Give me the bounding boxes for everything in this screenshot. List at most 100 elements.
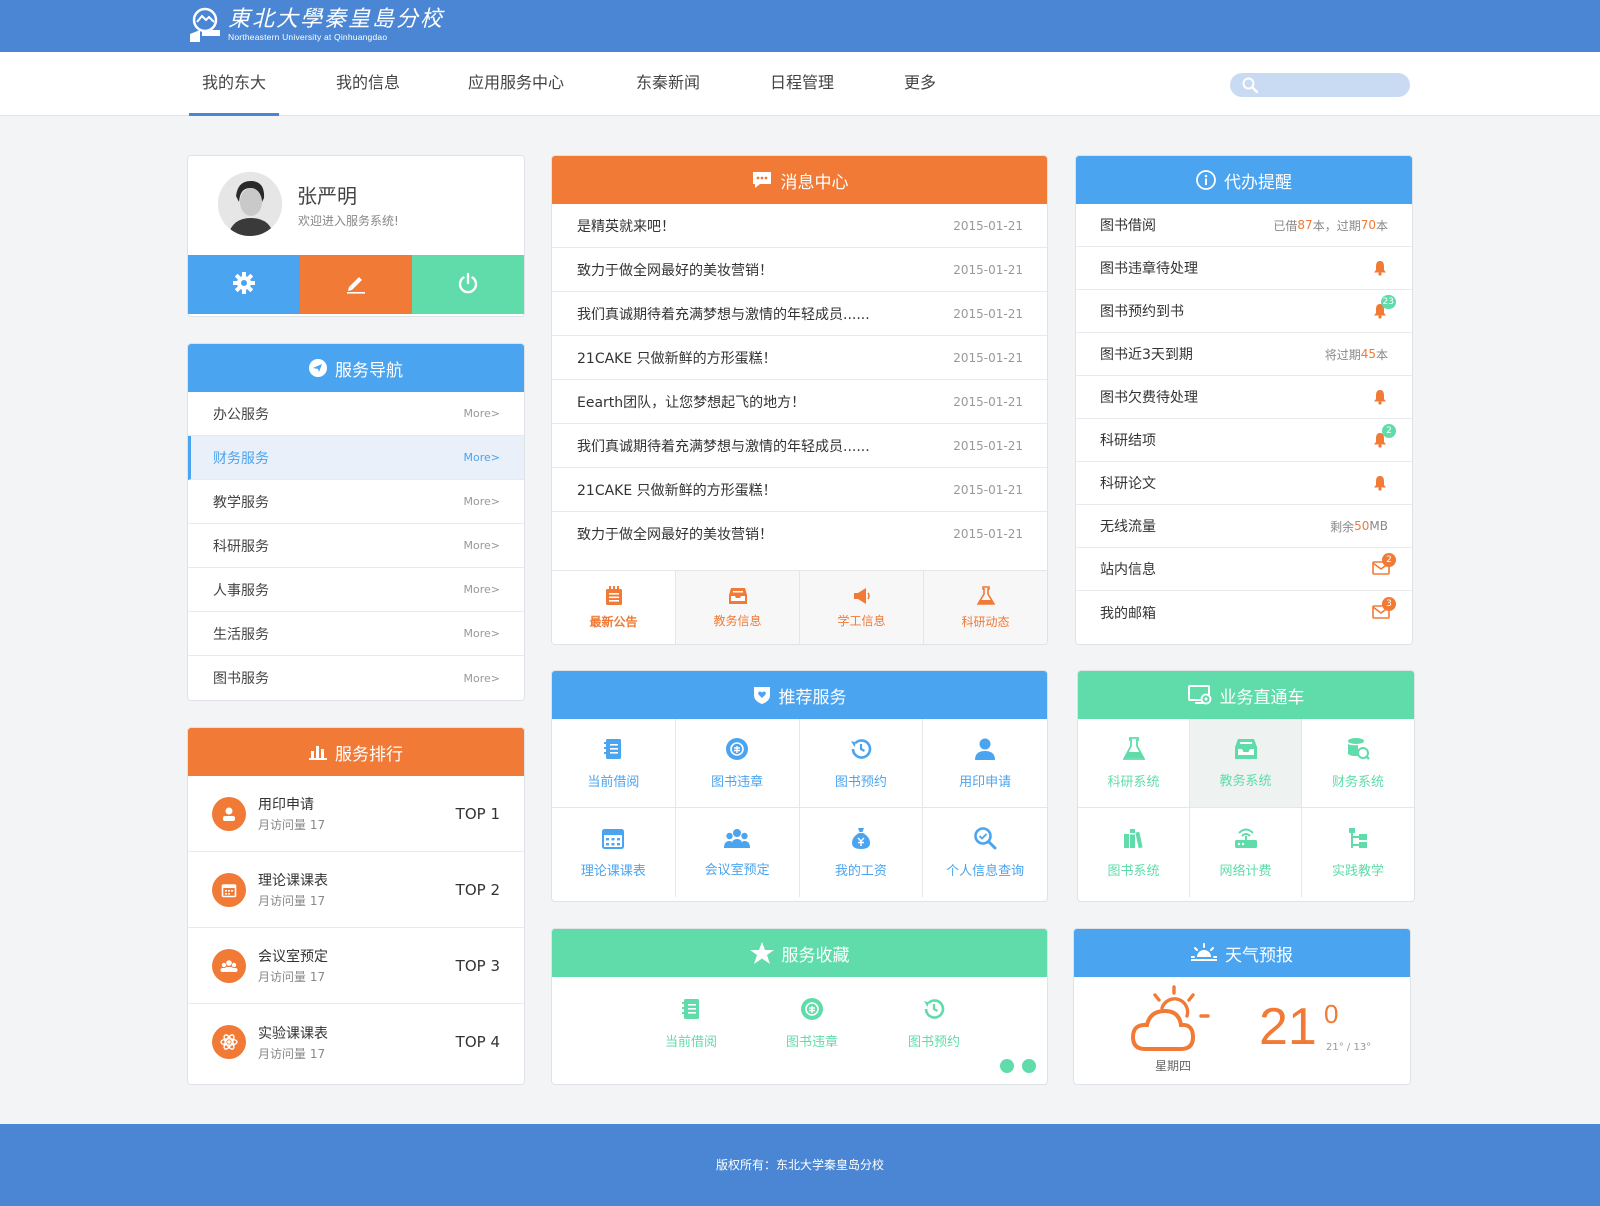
sunrise-icon bbox=[1191, 943, 1217, 963]
reminder-item[interactable]: 站内信息 2 bbox=[1076, 548, 1412, 591]
reminder-item[interactable]: 图书借阅 已借 87 本，过期 70 本 bbox=[1076, 204, 1412, 247]
search-icon[interactable] bbox=[1242, 77, 1259, 97]
reminder-item[interactable]: 科研结项 2 bbox=[1076, 419, 1412, 462]
bell-icon: 2 bbox=[1372, 424, 1396, 448]
reminder-item[interactable]: 图书欠费待处理 bbox=[1076, 376, 1412, 419]
star-icon bbox=[749, 942, 774, 964]
message-item[interactable]: 致力于做全网最好的美妆营销！ 2015-01-21 bbox=[552, 512, 1047, 556]
avatar[interactable] bbox=[218, 172, 282, 236]
favorite-current-borrow[interactable]: 当前借阅 bbox=[636, 985, 746, 1061]
system-library[interactable]: 图书系统 bbox=[1078, 808, 1190, 897]
power-icon bbox=[457, 272, 479, 298]
service-personal-info-query[interactable]: 个人信息查询 bbox=[923, 808, 1047, 897]
carousel-dot[interactable] bbox=[1000, 1059, 1014, 1073]
monitor-gear-icon bbox=[1187, 684, 1212, 706]
nav-news[interactable]: 东秦新闻 bbox=[630, 52, 706, 116]
service-item-life[interactable]: 生活服务 More> bbox=[188, 612, 524, 656]
ranking-item[interactable]: 理论课课表 月访问量 17 TOP 2 bbox=[188, 852, 524, 928]
message-item[interactable]: 21CAKE 只做新鲜的方形蛋糕！ 2015-01-21 bbox=[552, 336, 1047, 380]
tab-academic-info[interactable]: 教务信息 bbox=[675, 571, 799, 644]
message-item[interactable]: 致力于做全网最好的美妆营销！ 2015-01-21 bbox=[552, 248, 1047, 292]
service-item-teaching[interactable]: 教学服务 More> bbox=[188, 480, 524, 524]
favorite-book-reservation[interactable]: 图书预约 bbox=[879, 985, 989, 1061]
system-research[interactable]: 科研系统 bbox=[1078, 719, 1190, 808]
profile-card: 张严明 欢迎进入服务系统! bbox=[187, 155, 525, 317]
ranking-item[interactable]: 会议室预定 月访问量 17 TOP 3 bbox=[188, 928, 524, 1004]
nav-my-neu[interactable]: 我的东大 bbox=[189, 52, 279, 116]
footer: 版权所有：东北大学秦皇岛分校 bbox=[0, 1124, 1600, 1206]
reminder-item[interactable]: 图书近3天到期 将过期 45 本 bbox=[1076, 333, 1412, 376]
calendar-icon bbox=[212, 872, 246, 907]
system-practice-teaching[interactable]: 实践教学 bbox=[1302, 808, 1414, 897]
service-item-hr[interactable]: 人事服务 More> bbox=[188, 568, 524, 612]
service-item-research[interactable]: 科研服务 More> bbox=[188, 524, 524, 568]
service-item-office[interactable]: 办公服务 More> bbox=[188, 392, 524, 436]
service-item-library[interactable]: 图书服务 More> bbox=[188, 656, 524, 700]
send-icon bbox=[309, 359, 327, 377]
reminder-item[interactable]: 科研论文 bbox=[1076, 462, 1412, 505]
ranking-item[interactable]: 实验课课表 月访问量 17 TOP 4 bbox=[188, 1004, 524, 1080]
university-logo[interactable]: 東北大學秦皇島分校 Northeastern University at Qin… bbox=[188, 6, 444, 44]
business-shortcuts-panel: 业务直通车 科研系统 教务系统 财务系统 图书系统 网络计费 实践教学 bbox=[1077, 670, 1415, 902]
message-item[interactable]: 是精英就来吧！ 2015-01-21 bbox=[552, 204, 1047, 248]
service-theory-timetable[interactable]: 理论课课表 bbox=[552, 808, 676, 897]
calendar-icon bbox=[601, 826, 625, 854]
system-finance[interactable]: 财务系统 bbox=[1302, 719, 1414, 808]
reminder-value: 将过期 45 本 bbox=[1324, 347, 1388, 362]
notice-icon bbox=[605, 585, 623, 609]
nav-app-center[interactable]: 应用服务中心 bbox=[466, 52, 566, 116]
money-bag-icon bbox=[850, 826, 872, 854]
flask-icon bbox=[976, 585, 995, 609]
nav-my-info[interactable]: 我的信息 bbox=[330, 52, 406, 116]
message-item[interactable]: 我们真诚期待着充满梦想与激情的年轻成员...... 2015-01-21 bbox=[552, 424, 1047, 468]
logo-chinese-name: 東北大學秦皇島分校 bbox=[228, 7, 445, 32]
service-book-violation[interactable]: 图书违章 bbox=[675, 719, 800, 808]
reminder-item[interactable]: 图书违章待处理 bbox=[1076, 247, 1412, 290]
books-icon bbox=[1122, 826, 1146, 854]
nav-more[interactable]: 更多 bbox=[900, 52, 940, 116]
reminders-panel: 代办提醒 图书借阅 已借 87 本，过期 70 本 图书违章待处理 图书预约到书 23 … bbox=[1075, 155, 1413, 645]
reminders-title: 代办提醒 bbox=[1224, 172, 1292, 193]
ranking-item[interactable]: 用印申请 月访问量 17 TOP 1 bbox=[188, 776, 524, 852]
reminder-item[interactable]: 无线流量 剩余 50 MB bbox=[1076, 505, 1412, 548]
system-network-billing[interactable]: 网络计费 bbox=[1190, 808, 1302, 897]
logout-button[interactable] bbox=[412, 255, 524, 314]
message-item[interactable]: 我们真诚期待着充满梦想与激情的年轻成员...... 2015-01-21 bbox=[552, 292, 1047, 336]
system-academic-affairs[interactable]: 教务系统 bbox=[1190, 719, 1302, 808]
nav-schedule[interactable]: 日程管理 bbox=[764, 52, 840, 116]
edit-profile-button[interactable] bbox=[300, 255, 412, 314]
settings-button[interactable] bbox=[188, 255, 300, 314]
tab-latest-notice[interactable]: 最新公告 bbox=[552, 571, 675, 644]
reminder-item[interactable]: 图书预约到书 23 bbox=[1076, 290, 1412, 333]
user-icon bbox=[974, 737, 996, 765]
search-icon bbox=[973, 826, 997, 854]
recommended-title: 推荐服务 bbox=[778, 687, 847, 708]
search-input[interactable] bbox=[1230, 73, 1410, 97]
carousel-dot[interactable] bbox=[1022, 1059, 1036, 1073]
group-icon bbox=[212, 948, 246, 983]
ticket-icon bbox=[800, 997, 824, 1025]
tab-student-affairs[interactable]: 学工信息 bbox=[799, 571, 923, 644]
tab-research-news[interactable]: 科研动态 bbox=[923, 571, 1047, 644]
message-item[interactable]: 21CAKE 只做新鲜的方形蛋糕！ 2015-01-21 bbox=[552, 468, 1047, 512]
rank-label: TOP 4 bbox=[455, 1033, 500, 1051]
copyright-text: 版权所有：东北大学秦皇岛分校 bbox=[715, 1158, 884, 1172]
favorite-book-violation[interactable]: 图书违章 bbox=[757, 985, 867, 1061]
logo-english-name: Northeastern University at Qinhuangdao bbox=[228, 32, 388, 42]
service-item-finance[interactable]: 财务服务 More> bbox=[188, 436, 524, 480]
service-my-salary[interactable]: 我的工资 bbox=[800, 808, 924, 897]
count-badge: 2 bbox=[1382, 553, 1396, 567]
partly-cloudy-icon bbox=[1129, 985, 1213, 1055]
reminder-value: 已借 87 本，过期 70 本 bbox=[1273, 218, 1388, 233]
service-current-borrow[interactable]: 当前借阅 bbox=[552, 719, 676, 808]
bar-chart-icon bbox=[309, 744, 327, 760]
message-item[interactable]: Eearth团队，让您梦想起飞的地方！ 2015-01-21 bbox=[552, 380, 1047, 424]
service-book-reservation[interactable]: 图书预约 bbox=[799, 719, 924, 808]
service-meeting-room[interactable]: 会议室预定 bbox=[676, 808, 800, 897]
chat-icon bbox=[751, 170, 773, 190]
service-seal-application[interactable]: 用印申请 bbox=[923, 719, 1047, 808]
ranking-title: 服务排行 bbox=[335, 744, 403, 765]
reminder-item[interactable]: 我的邮箱 3 bbox=[1076, 591, 1412, 634]
university-emblem-icon bbox=[188, 6, 222, 44]
heart-shield-icon bbox=[753, 685, 771, 705]
